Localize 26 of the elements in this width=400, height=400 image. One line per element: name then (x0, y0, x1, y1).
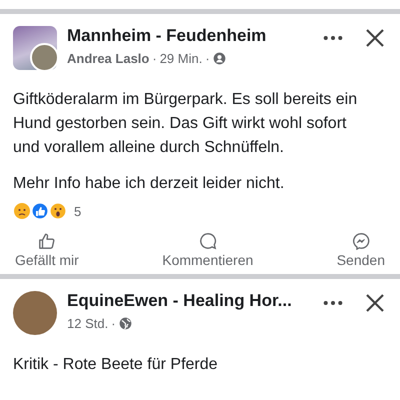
separator-dot: · (152, 51, 157, 66)
reaction-count[interactable]: 5 (74, 204, 82, 218)
more-options-icon[interactable] (323, 300, 343, 306)
separator-dot: · (111, 316, 116, 331)
thumbs-up-icon (38, 232, 56, 250)
separator-dot: · (205, 51, 210, 66)
post-time[interactable]: 29 Min. (160, 51, 202, 66)
send-button[interactable]: Senden (330, 232, 391, 268)
avatar-photo-placeholder[interactable] (13, 291, 57, 335)
post-title[interactable]: Mannheim - Feudenheim (67, 26, 315, 46)
group-photo-placeholder[interactable] (13, 26, 57, 70)
globe-icon (118, 317, 132, 330)
post-time[interactable]: 12 Std. (67, 316, 108, 331)
like-button[interactable]: Gefällt mir (9, 232, 85, 268)
more-options-icon[interactable] (323, 35, 343, 41)
post-text: Giftköderalarm im Bürgerpark. Es soll bereits ein Hund gestorben sein. Das Gift wirkt wohl sofort und vorallem alleine durch Schnüffeln. (13, 90, 358, 158)
post-title[interactable]: EquineEwen - Healing Hor... (67, 291, 315, 311)
comment-icon (198, 232, 217, 250)
post-text: Mehr Info habe ich derzeit leider nicht. (13, 174, 286, 194)
post-text: Kritik - Rote Beete für Pferde (13, 355, 219, 375)
author-name[interactable]: Andrea Laslo (67, 51, 150, 66)
close-icon[interactable] (365, 28, 385, 48)
group-members-icon (212, 52, 226, 65)
close-icon[interactable] (365, 293, 385, 313)
messenger-icon (352, 232, 370, 250)
comment-button[interactable]: Kommentieren (156, 232, 260, 268)
